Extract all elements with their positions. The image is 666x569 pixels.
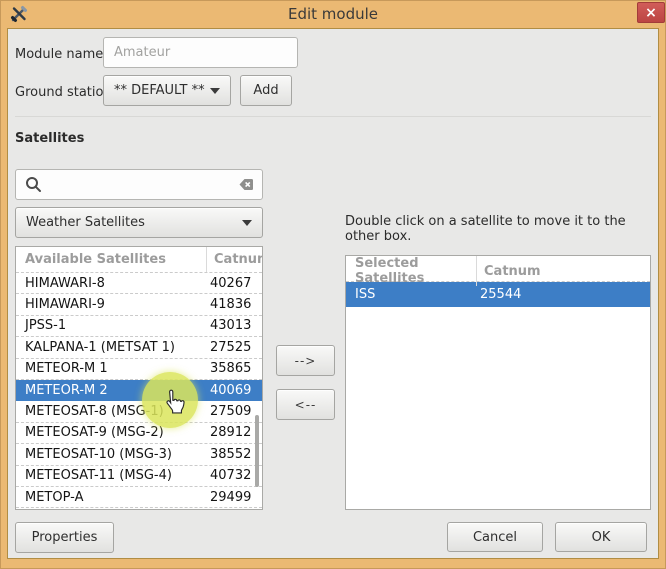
add-button-label: Add: [253, 83, 278, 98]
table-row[interactable]: HIMAWARI-840267: [16, 273, 262, 294]
caret-down-icon: [210, 88, 220, 94]
satellite-catnum: 43013: [206, 318, 262, 333]
table-row[interactable]: HIMAWARI-941836: [16, 294, 262, 315]
satellite-catnum: 29499: [206, 490, 262, 505]
scrollbar[interactable]: [255, 415, 259, 487]
move-left-button[interactable]: <--: [276, 389, 335, 420]
satellite-name: METEOR-M 2: [16, 383, 206, 398]
close-icon: ×: [645, 6, 657, 20]
table-row[interactable]: METEOSAT-10 (MSG-3)38552: [16, 444, 262, 465]
satellite-catnum: 28912: [206, 425, 262, 440]
move-right-button[interactable]: -->: [276, 345, 335, 376]
add-button[interactable]: Add: [240, 75, 292, 106]
column-header-selected-satellites[interactable]: Selected Satellites: [346, 256, 476, 286]
satellites-heading: Satellites: [15, 131, 84, 146]
search-input[interactable]: [15, 169, 263, 200]
edit-module-dialog: Edit module × Module name Ground station…: [0, 0, 666, 569]
satellite-name: METEOSAT-8 (MSG-1): [16, 404, 206, 419]
window-title: Edit module: [0, 5, 666, 23]
satellite-name: METEOR-M 1: [16, 361, 206, 376]
ok-button-label: OK: [592, 530, 611, 545]
caret-down-icon: [242, 220, 252, 226]
column-header-catnum[interactable]: Catnum: [476, 256, 650, 286]
titlebar[interactable]: Edit module ×: [0, 0, 666, 28]
table-row[interactable]: KALPANA-1 (METSAT 1)27525: [16, 337, 262, 358]
satellite-category-value: Weather Satellites: [26, 215, 145, 230]
ground-station-value: ** DEFAULT **: [114, 83, 205, 98]
table-row[interactable]: JPSS-143013: [16, 316, 262, 337]
satellite-name: METOP-A: [16, 490, 206, 505]
satellite-catnum: 35865: [206, 361, 262, 376]
table-body: ISS25544: [346, 282, 650, 307]
satellite-name: JPSS-1: [16, 318, 206, 333]
hint-text: Double click on a satellite to move it t…: [345, 214, 651, 244]
column-header-catnum[interactable]: Catnum: [206, 247, 263, 272]
properties-button-label: Properties: [32, 530, 98, 545]
satellite-catnum: 27525: [206, 340, 262, 355]
cancel-button[interactable]: Cancel: [447, 522, 543, 552]
separator: [15, 116, 651, 117]
ground-station-select[interactable]: ** DEFAULT **: [103, 75, 231, 106]
module-name-label: Module name: [15, 47, 103, 62]
clear-icon: [233, 181, 255, 196]
table-row[interactable]: METEOSAT-8 (MSG-1)27509: [16, 401, 262, 422]
satellite-catnum: 40069: [206, 383, 262, 398]
selected-satellites-table: Selected Satellites Catnum ISS25544: [345, 255, 651, 510]
move-right-label: -->: [295, 354, 317, 368]
table-row[interactable]: METEOR-M 240069: [16, 380, 262, 401]
satellite-catnum: 38552: [206, 447, 262, 462]
table-row[interactable]: METEOR-M 135865: [16, 359, 262, 380]
satellite-catnum: 41836: [206, 297, 262, 312]
table-header: Selected Satellites Catnum: [346, 256, 650, 282]
search-box: [15, 169, 263, 200]
close-button[interactable]: ×: [637, 2, 665, 23]
module-name-input[interactable]: [103, 37, 298, 68]
table-row[interactable]: METEOSAT-9 (MSG-2)28912: [16, 423, 262, 444]
satellite-name: METEOSAT-10 (MSG-3): [16, 447, 206, 462]
table-body: HIMAWARI-840267HIMAWARI-941836JPSS-14301…: [16, 273, 262, 508]
satellite-catnum: 27509: [206, 404, 262, 419]
ok-button[interactable]: OK: [555, 522, 647, 552]
column-header-available-satellites[interactable]: Available Satellites: [16, 247, 206, 272]
table-row[interactable]: ISS25544: [346, 282, 650, 307]
satellite-catnum: 25544: [476, 287, 650, 302]
ground-station-label: Ground station: [15, 85, 112, 100]
satellite-name: METEOSAT-11 (MSG-4): [16, 468, 206, 483]
table-row[interactable]: METEOSAT-11 (MSG-4)40732: [16, 466, 262, 487]
satellite-name: METEOSAT-9 (MSG-2): [16, 425, 206, 440]
table-header: Available Satellites Catnum: [16, 247, 262, 273]
satellite-name: HIMAWARI-8: [16, 276, 206, 291]
cancel-button-label: Cancel: [473, 530, 517, 545]
clear-search-button[interactable]: [233, 176, 255, 193]
satellite-name: ISS: [346, 287, 476, 302]
dialog-content: Module name Ground station ** DEFAULT **…: [7, 28, 659, 559]
satellite-catnum: 40267: [206, 276, 262, 291]
properties-button[interactable]: Properties: [15, 522, 114, 553]
table-row[interactable]: METOP-A29499: [16, 487, 262, 508]
available-satellites-table: Available Satellites Catnum HIMAWARI-840…: [15, 246, 263, 510]
satellite-category-select[interactable]: Weather Satellites: [15, 207, 263, 238]
satellite-name: HIMAWARI-9: [16, 297, 206, 312]
satellite-name: KALPANA-1 (METSAT 1): [16, 340, 206, 355]
move-left-label: <--: [295, 398, 317, 412]
satellite-catnum: 40732: [206, 468, 262, 483]
